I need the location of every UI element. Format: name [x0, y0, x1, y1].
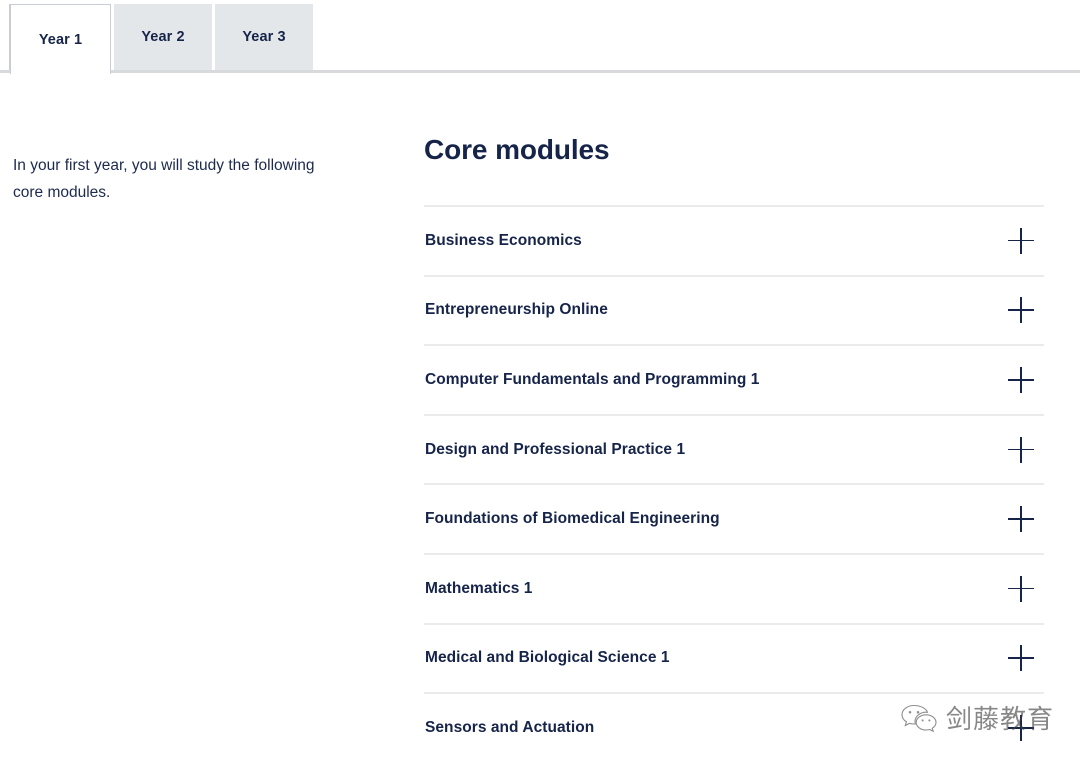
- module-row[interactable]: Business Economics: [424, 205, 1044, 275]
- module-row[interactable]: Sensors and Actuation: [424, 692, 1044, 762]
- plus-icon[interactable]: [1008, 714, 1034, 741]
- module-title: Entrepreneurship Online: [425, 301, 608, 319]
- module-row[interactable]: Foundations of Biomedical Engineering: [424, 483, 1044, 553]
- plus-icon[interactable]: [1008, 366, 1034, 393]
- tab-year-1-label: Year 1: [38, 31, 83, 48]
- module-title: Foundations of Biomedical Engineering: [425, 510, 720, 528]
- core-modules-heading: Core modules: [424, 134, 610, 165]
- plus-icon[interactable]: [1008, 506, 1034, 533]
- module-title: Sensors and Actuation: [425, 718, 595, 736]
- plus-icon[interactable]: [1008, 645, 1034, 672]
- module-row[interactable]: Design and Professional Practice 1: [424, 413, 1044, 484]
- tab-year-1[interactable]: Year 1: [10, 4, 111, 74]
- intro-text: In your first year, you will study the f…: [13, 156, 315, 201]
- core-modules-list: Business Economics Entrepreneurship Onlin…: [424, 205, 1044, 762]
- tab-panel-year-1: In your first year, you will study the f…: [0, 73, 1080, 768]
- core-modules-section: Core modules Business Economics Entrepren…: [424, 73, 1044, 762]
- module-title: Design and Professional Practice 1: [425, 440, 686, 458]
- tab-year-3[interactable]: Year 3: [212, 4, 313, 70]
- module-title: Business Economics: [425, 231, 582, 249]
- module-title: Computer Fundamentals and Programming 1: [425, 370, 760, 388]
- tab-year-3-label: Year 3: [242, 29, 286, 45]
- active-tab-connector: [11, 69, 110, 74]
- module-row[interactable]: Entrepreneurship Online: [424, 274, 1044, 345]
- module-title: Medical and Biological Science 1: [425, 649, 670, 667]
- tab-year-2-label: Year 2: [141, 29, 185, 45]
- plus-icon[interactable]: [1008, 227, 1034, 254]
- plus-icon[interactable]: [1008, 436, 1034, 463]
- plus-icon[interactable]: [1008, 575, 1034, 602]
- tab-year-2[interactable]: Year 2: [111, 4, 212, 70]
- year-tab-bar: Year 1 Year 2 Year 3: [0, 0, 1080, 74]
- module-row[interactable]: Mathematics 1: [424, 552, 1044, 623]
- tab-bar-left-stub: [0, 4, 10, 70]
- module-row[interactable]: Medical and Biological Science 1: [424, 622, 1044, 693]
- plus-icon[interactable]: [1008, 297, 1034, 324]
- module-title: Mathematics 1: [425, 579, 533, 597]
- module-row[interactable]: Computer Fundamentals and Programming 1: [424, 344, 1044, 414]
